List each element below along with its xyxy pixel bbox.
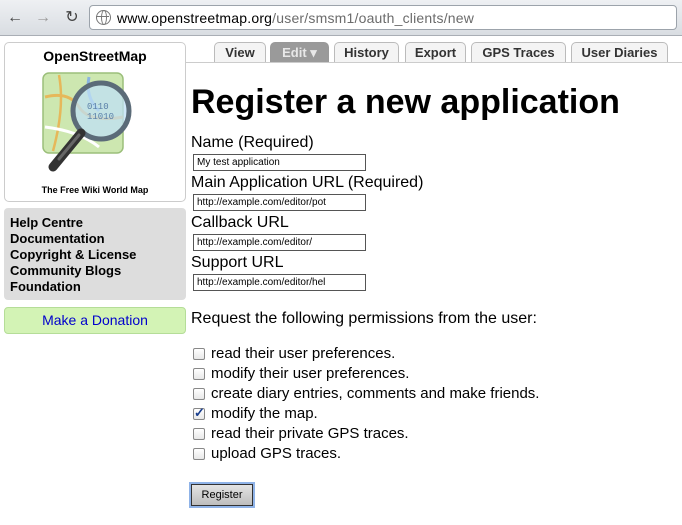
globe-icon (96, 10, 111, 25)
help-centre-link[interactable]: Help Centre (10, 215, 186, 231)
back-arrow-icon[interactable]: ← (6, 9, 24, 27)
write-api-checkbox[interactable] (193, 405, 205, 421)
tab-user-diaries[interactable]: User Diaries (571, 42, 668, 62)
read-gpx-checkbox[interactable] (193, 428, 205, 440)
url-text[interactable]: www.openstreetmap.org/user/smsm1/oauth_c… (117, 10, 474, 26)
permission-label: create diary entries, comments and make … (211, 385, 540, 402)
svg-text:11010: 11010 (87, 112, 114, 122)
tab-gps-traces[interactable]: GPS Traces (471, 42, 566, 62)
logo-tagline: The Free Wiki World Map (41, 185, 149, 195)
write-prefs-checkbox[interactable] (193, 368, 205, 380)
url-host: www.openstreetmap.org (117, 10, 273, 26)
logo-box[interactable]: OpenStreetMap 0110 11010 The Free Wiki W… (4, 42, 186, 202)
write-diary-checkbox[interactable] (193, 388, 205, 400)
url-path: /user/smsm1/oauth_clients/new (272, 10, 475, 26)
write-gpx-checkbox[interactable] (193, 448, 205, 460)
svg-text:0110: 0110 (87, 102, 109, 112)
permission-label: upload GPS traces. (211, 445, 342, 462)
forward-arrow-icon[interactable]: → (34, 9, 52, 27)
callback-url-input[interactable] (193, 234, 366, 251)
main-url-input[interactable] (193, 194, 366, 211)
community-blogs-link[interactable]: Community Blogs (10, 263, 186, 279)
support-url-input[interactable] (193, 274, 366, 291)
browser-toolbar: ← → ↻ www.openstreetmap.org/user/smsm1/o… (0, 0, 682, 36)
callback-url-label: Callback URL (191, 214, 289, 231)
osm-magnifier-logo-icon: 0110 11010 (42, 72, 132, 172)
help-links-box: Help Centre Documentation Copyright & Li… (4, 208, 186, 300)
permission-label: read their user preferences. (211, 345, 396, 362)
foundation-link[interactable]: Foundation (10, 279, 186, 295)
address-bar[interactable]: www.openstreetmap.org/user/smsm1/oauth_c… (89, 5, 677, 30)
tab-export[interactable]: Export (405, 42, 466, 62)
name-input[interactable] (193, 154, 366, 171)
support-url-label: Support URL (191, 254, 284, 271)
page-title: Register a new application (191, 83, 620, 121)
tab-view[interactable]: View (214, 42, 266, 62)
logo-title: OpenStreetMap (43, 48, 147, 64)
permission-label: read their private GPS traces. (211, 425, 409, 442)
main-url-label: Main Application URL (Required) (191, 174, 424, 191)
tab-history[interactable]: History (334, 42, 399, 62)
name-label: Name (Required) (191, 134, 314, 151)
permission-label: modify the map. (211, 405, 318, 422)
permission-label: modify their user preferences. (211, 365, 410, 382)
donate-button[interactable]: Make a Donation (4, 307, 186, 334)
reload-icon[interactable]: ↻ (63, 9, 81, 27)
read-prefs-checkbox[interactable] (193, 348, 205, 360)
permissions-heading: Request the following permissions from t… (191, 310, 537, 327)
copyright-license-link[interactable]: Copyright & License (10, 247, 186, 263)
documentation-link[interactable]: Documentation (10, 231, 186, 247)
tab-divider (186, 62, 682, 63)
tab-edit[interactable]: Edit ▾ (270, 42, 329, 62)
register-button[interactable]: Register (191, 484, 253, 506)
